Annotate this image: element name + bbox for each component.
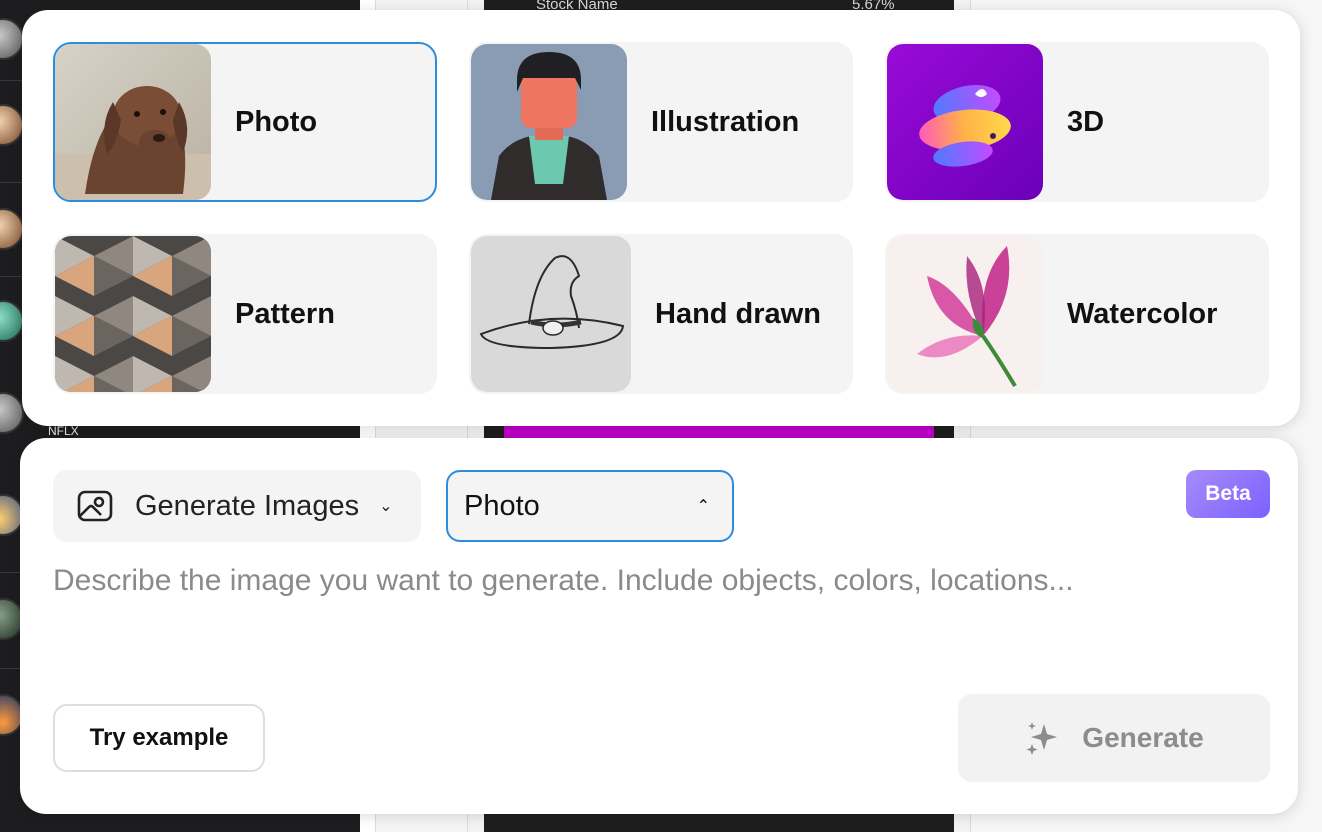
generate-button[interactable]: Generate [958, 694, 1270, 782]
magnolia-watercolor-thumbnail [887, 236, 1043, 392]
dog-photo-thumbnail [55, 44, 211, 200]
style-option-watercolor[interactable]: Watercolor [885, 234, 1269, 394]
person-illustration-thumbnail [471, 44, 627, 200]
3d-abstract-thumbnail [887, 44, 1043, 200]
style-option-illustration[interactable]: Illustration [469, 42, 853, 202]
sparkle-icon [1026, 722, 1058, 755]
ticker-label: NFLX [48, 424, 79, 438]
mode-dropdown[interactable]: Generate Images ⌄ [53, 470, 421, 542]
try-example-button[interactable]: Try example [53, 704, 265, 772]
avatar [0, 208, 24, 250]
prompt-composer: Generate Images ⌄ Photo ⌃ Beta Try examp… [20, 438, 1298, 814]
style-dropdown[interactable]: Photo ⌃ [446, 470, 734, 542]
avatar [0, 392, 24, 434]
style-option-hand-drawn[interactable]: Hand drawn [469, 234, 853, 394]
witch-hat-sketch-thumbnail [471, 236, 631, 392]
style-picker-panel: Photo Illustration 3D Pattern Hand drawn… [22, 10, 1300, 426]
style-option-label: Hand drawn [655, 297, 821, 330]
generate-button-label: Generate [1082, 722, 1204, 753]
mode-dropdown-label: Generate Images [135, 489, 360, 522]
style-option-photo[interactable]: Photo [53, 42, 437, 202]
style-option-3d[interactable]: 3D [885, 42, 1269, 202]
style-option-label: Watercolor [1067, 297, 1218, 330]
style-option-label: Photo [235, 105, 318, 138]
chevron-up-icon: ⌃ [696, 498, 710, 515]
style-option-label: Illustration [651, 105, 800, 138]
chevron-down-icon: ⌄ [379, 498, 393, 515]
style-option-pattern[interactable]: Pattern [53, 234, 437, 394]
avatar [0, 18, 24, 60]
style-option-label: 3D [1067, 105, 1105, 138]
style-dropdown-label: Photo [464, 489, 540, 522]
avatar [0, 300, 24, 342]
beta-badge: Beta [1186, 470, 1270, 518]
prompt-input[interactable] [53, 564, 1263, 684]
style-option-label: Pattern [235, 297, 335, 330]
image-icon [77, 490, 113, 522]
geometric-pattern-thumbnail [55, 236, 211, 392]
avatar [0, 104, 24, 146]
